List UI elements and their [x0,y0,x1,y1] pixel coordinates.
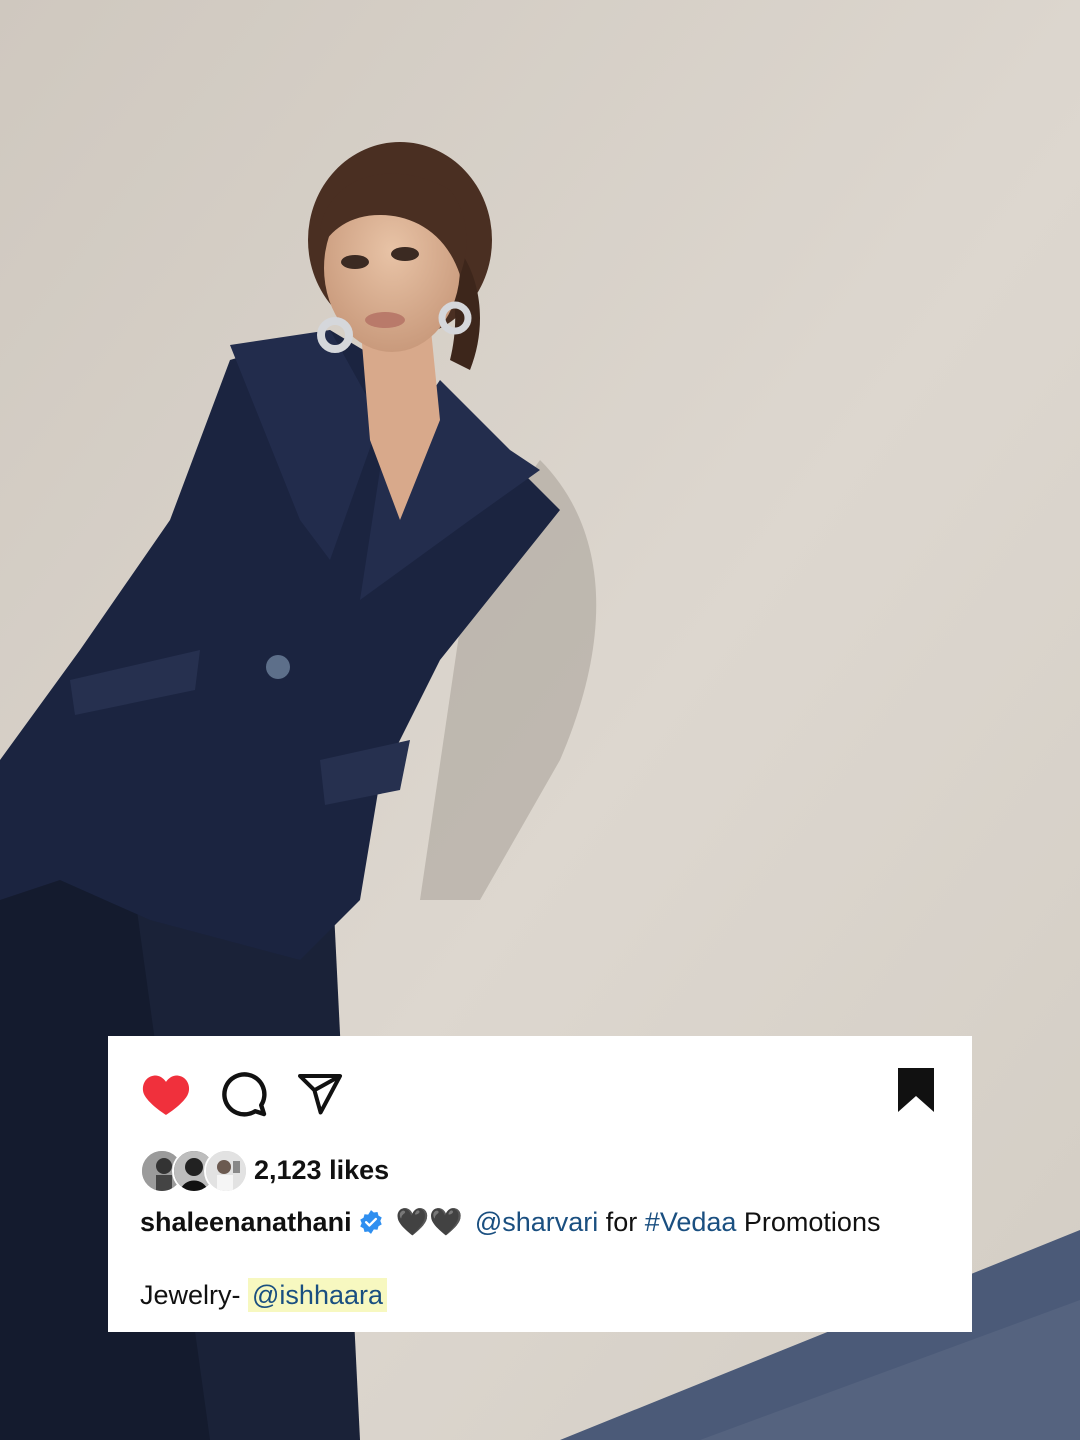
heart-filled-icon[interactable] [140,1071,192,1117]
likes-count[interactable]: 2,123 likes [254,1155,389,1186]
likes-row[interactable]: 2,123 likes [140,1148,389,1193]
black-heart-emojis: 🖤🖤 [396,1206,463,1238]
caption-line: shaleenanathani 🖤🖤 @sharvari for #Vedaa … [140,1206,880,1238]
caption-text: Promotions [736,1206,881,1237]
mention-link[interactable]: @ishhaara [248,1278,387,1312]
send-icon[interactable] [296,1070,344,1118]
comment-icon[interactable] [220,1070,268,1118]
hashtag-link[interactable]: #Vedaa [645,1207,737,1238]
mention-link[interactable]: @sharvari [475,1207,598,1238]
jewelry-label: Jewelry- [140,1280,249,1310]
post-caption-card: 2,123 likes shaleenanathani 🖤🖤 @sharvari… [108,1036,972,1332]
caption-text: for [598,1206,645,1237]
verified-badge-icon [359,1210,382,1234]
caption-hearts: 🖤🖤 [395,1207,463,1237]
action-bar [140,1066,344,1122]
username-link[interactable]: shaleenanathani [140,1207,352,1238]
caption-jewelry-line: Jewelry- @ishhaara [140,1278,387,1312]
avatar [204,1149,248,1193]
liker-avatars [140,1148,248,1193]
bookmark-filled-icon[interactable] [896,1066,936,1114]
